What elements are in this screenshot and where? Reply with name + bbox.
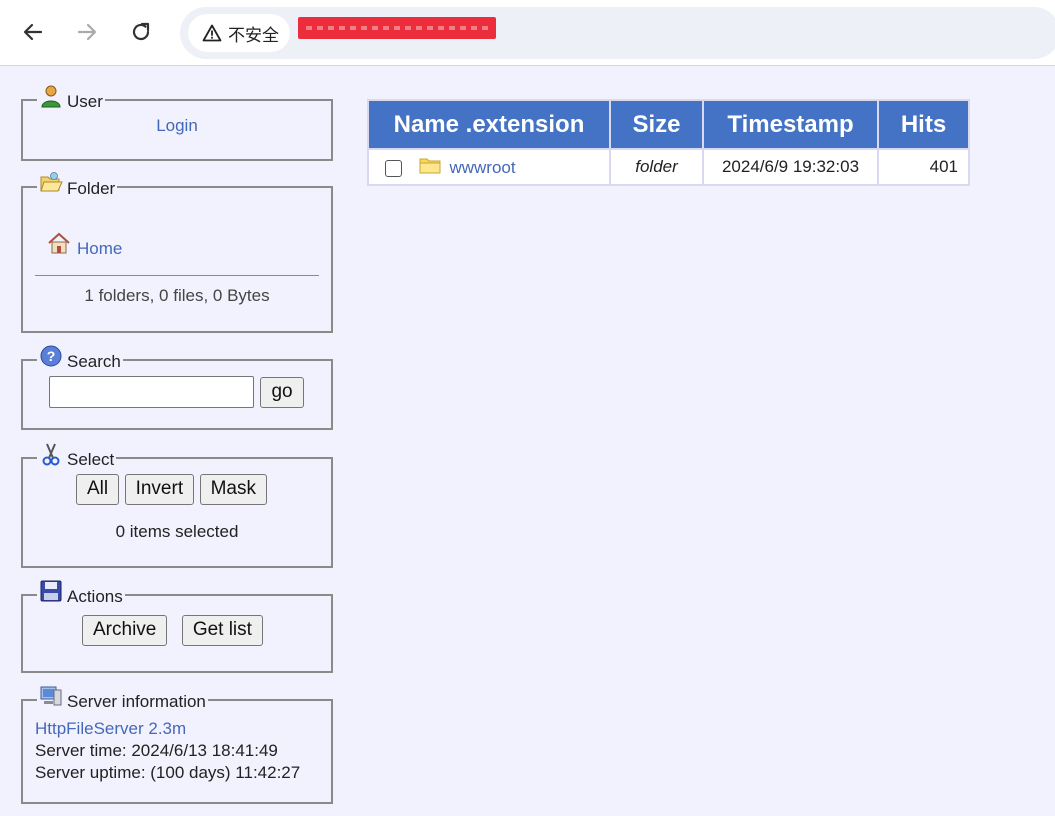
select-mask-button[interactable]: Mask xyxy=(199,474,267,505)
login-link[interactable]: Login xyxy=(156,116,198,135)
folder-open-icon xyxy=(40,172,63,192)
search-panel: ? Search go xyxy=(21,345,333,430)
address-bar[interactable]: 不安全 xyxy=(180,7,1055,59)
search-panel-title: Search xyxy=(67,352,121,371)
hits-cell: 401 xyxy=(879,150,968,184)
selection-status: 0 items selected xyxy=(115,522,239,541)
server-uptime: Server uptime: (100 days) 11:42:27 xyxy=(35,763,301,782)
server-info-panel: Server information HttpFileServer 2.3m S… xyxy=(21,686,333,804)
reload-button[interactable] xyxy=(123,14,159,50)
home-icon xyxy=(48,232,70,254)
actions-panel: Actions Archive Get list xyxy=(21,580,333,673)
user-icon xyxy=(41,85,61,108)
server-software-link[interactable]: HttpFileServer 2.3m xyxy=(35,719,186,738)
file-table: Name .extension Size Timestamp Hits wwwr… xyxy=(367,99,970,186)
scissors-icon xyxy=(42,443,60,466)
hits-column-header[interactable]: Hits xyxy=(879,101,968,148)
svg-text:?: ? xyxy=(47,348,56,364)
actions-panel-legend: Actions xyxy=(37,580,125,607)
help-icon: ? xyxy=(40,345,62,367)
browser-toolbar: 不安全 xyxy=(0,0,1055,66)
folder-icon xyxy=(419,158,441,174)
folder-summary: 1 folders, 0 files, 0 Bytes xyxy=(84,286,270,305)
archive-button[interactable]: Archive xyxy=(82,615,168,646)
forward-button[interactable] xyxy=(69,14,105,50)
forward-arrow-icon xyxy=(77,23,97,41)
folder-panel: Folder Home 1 folders, 0 files, 0 Bytes xyxy=(21,172,333,333)
search-panel-legend: ? Search xyxy=(37,345,123,372)
table-row: wwwroot folder 2024/6/9 19:32:03 401 xyxy=(369,150,968,184)
size-cell: folder xyxy=(611,150,702,184)
user-panel-title: User xyxy=(67,92,103,111)
user-panel-legend: User xyxy=(37,85,105,112)
server-info-panel-title: Server information xyxy=(67,692,206,711)
select-panel-legend: Select xyxy=(37,443,116,470)
warning-triangle-icon xyxy=(202,24,222,42)
select-panel-title: Select xyxy=(67,450,115,469)
computer-icon xyxy=(40,686,62,706)
select-panel: Select All Invert Mask 0 items selected xyxy=(21,443,333,568)
size-column-header[interactable]: Size xyxy=(611,101,702,148)
server-info-panel-legend: Server information xyxy=(37,686,208,712)
select-all-button[interactable]: All xyxy=(76,474,120,505)
back-button[interactable] xyxy=(15,14,51,50)
timestamp-cell: 2024/6/9 19:32:03 xyxy=(704,150,877,184)
folder-panel-legend: Folder xyxy=(37,172,117,199)
get-list-button[interactable]: Get list xyxy=(181,615,263,646)
back-arrow-icon xyxy=(23,23,43,41)
name-column-header[interactable]: Name .extension xyxy=(369,101,609,148)
redacted-url xyxy=(298,17,496,39)
row-checkbox[interactable] xyxy=(385,160,402,178)
security-label: 不安全 xyxy=(228,25,279,45)
server-time: Server time: 2024/6/13 18:41:49 xyxy=(35,741,278,760)
floppy-disk-icon xyxy=(40,580,62,602)
search-input[interactable] xyxy=(49,376,254,408)
actions-panel-title: Actions xyxy=(67,587,123,606)
reload-icon xyxy=(132,22,150,41)
name-cell: wwwroot xyxy=(369,150,609,184)
select-invert-button[interactable]: Invert xyxy=(124,474,195,505)
user-panel: User Login xyxy=(21,85,333,161)
security-indicator[interactable]: 不安全 xyxy=(188,14,290,52)
home-link[interactable]: Home xyxy=(77,239,122,259)
folder-link[interactable]: wwwroot xyxy=(449,158,515,177)
folder-panel-title: Folder xyxy=(67,179,116,198)
search-go-button[interactable]: go xyxy=(260,376,304,408)
timestamp-column-header[interactable]: Timestamp xyxy=(704,101,877,148)
file-table-header-row: Name .extension Size Timestamp Hits xyxy=(369,101,968,148)
